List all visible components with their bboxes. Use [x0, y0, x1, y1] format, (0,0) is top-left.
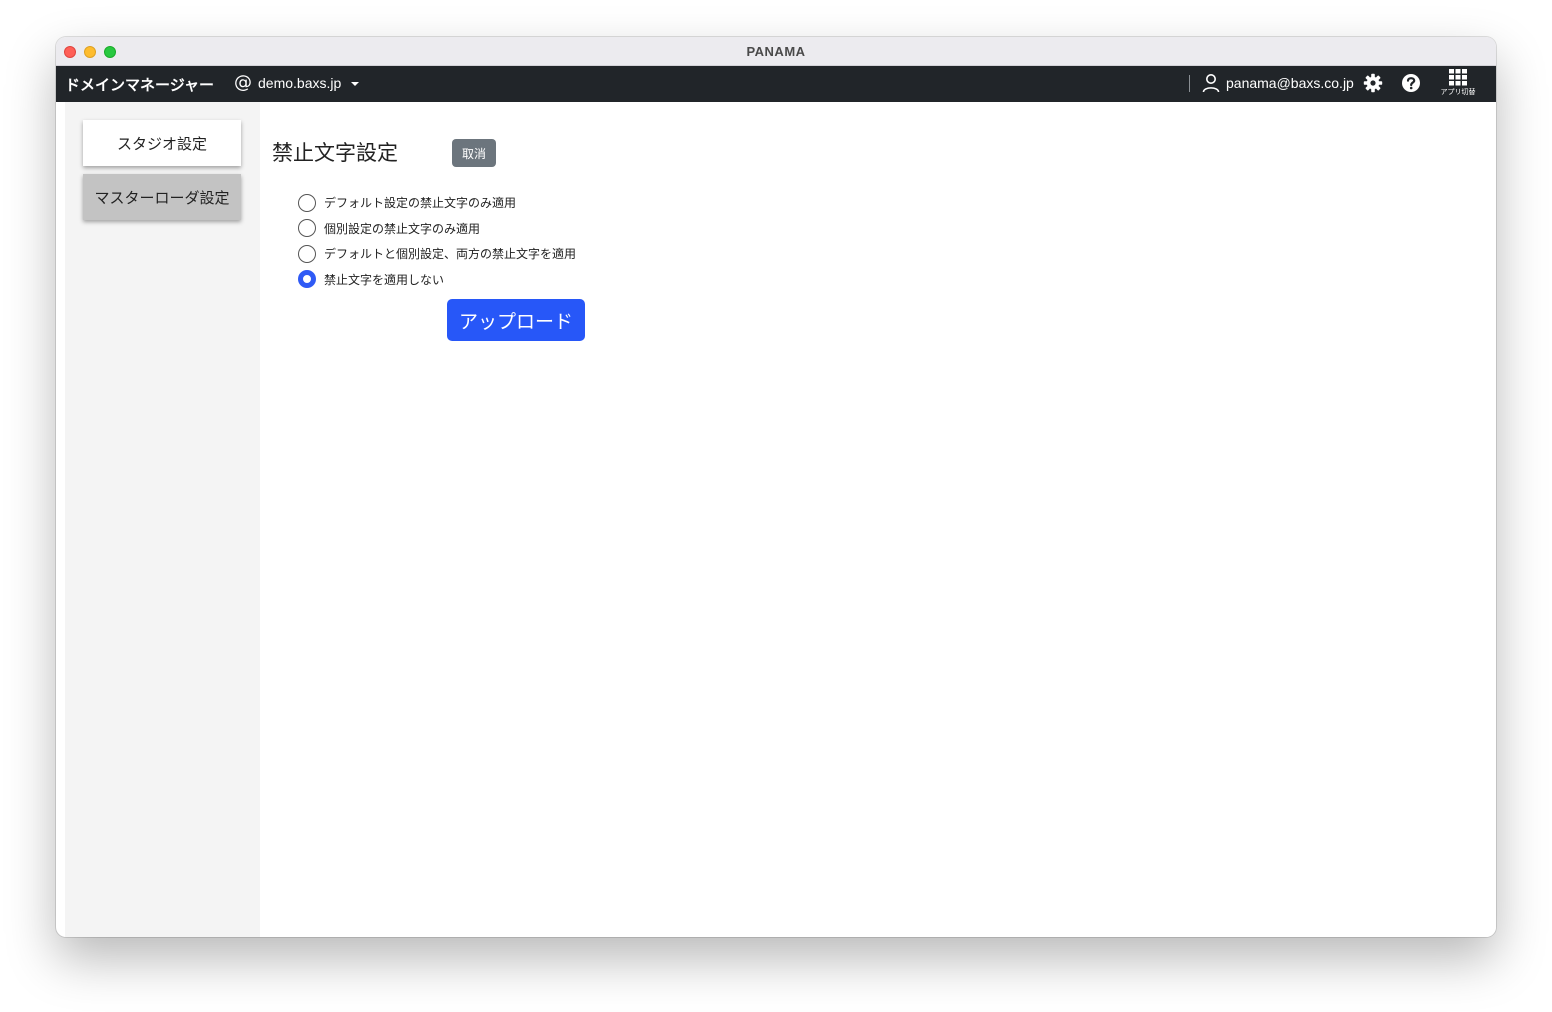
radio-option-individual-only[interactable]: 個別設定の禁止文字のみ適用: [298, 216, 576, 242]
user-icon: [1202, 74, 1220, 93]
app-switcher-label: アプリ切替: [1440, 88, 1476, 96]
sidebar: スタジオ設定 マスターローダ設定: [65, 102, 260, 937]
radio-option-both[interactable]: デフォルトと個別設定、両方の禁止文字を適用: [298, 241, 576, 267]
at-icon: @: [234, 72, 252, 93]
sidebar-item-label: スタジオ設定: [116, 134, 207, 153]
help-icon: [1402, 74, 1420, 92]
nav-divider: [1189, 75, 1190, 92]
radio-label: 禁止文字を適用しない: [324, 272, 445, 287]
radio-button[interactable]: [298, 244, 316, 263]
settings-button[interactable]: [1363, 73, 1383, 93]
radio-option-default-only[interactable]: デフォルト設定の禁止文字のみ適用: [298, 190, 576, 216]
app-window: PANAMA ドメインマネージャー @ demo.baxs.jp panama@…: [56, 37, 1496, 937]
upload-button[interactable]: アップロード: [447, 299, 585, 341]
window-title: PANAMA: [746, 44, 806, 59]
sidebar-item-studio-settings[interactable]: スタジオ設定: [83, 120, 241, 166]
top-navbar: ドメインマネージャー @ demo.baxs.jp panama@baxs.co…: [56, 66, 1496, 102]
sidebar-item-label: マスターローダ設定: [94, 188, 230, 207]
caret-down-icon: [351, 82, 360, 86]
page-title: 禁止文字設定: [272, 141, 398, 165]
radio-option-none[interactable]: 禁止文字を適用しない: [298, 267, 576, 293]
help-button[interactable]: [1401, 73, 1421, 93]
forbidden-chars-radio-group: デフォルト設定の禁止文字のみ適用 個別設定の禁止文字のみ適用 デフォルトと個別設…: [298, 190, 576, 292]
app-brand[interactable]: ドメインマネージャー: [65, 74, 214, 95]
domain-label: demo.baxs.jp: [258, 75, 342, 91]
app-switcher-button[interactable]: アプリ切替: [1434, 69, 1482, 99]
gear-icon: [1363, 73, 1383, 93]
title-bar: PANAMA: [56, 37, 1496, 66]
radio-label: デフォルト設定の禁止文字のみ適用: [324, 196, 517, 211]
cancel-button[interactable]: 取消: [452, 139, 496, 167]
radio-button-selected[interactable]: [298, 270, 316, 289]
radio-label: デフォルトと個別設定、両方の禁止文字を適用: [324, 247, 577, 262]
radio-button[interactable]: [298, 219, 316, 238]
user-email: panama@baxs.co.jp: [1226, 75, 1354, 91]
grid-icon: [1449, 69, 1467, 86]
sidebar-item-master-loader-settings[interactable]: マスターローダ設定: [83, 174, 241, 220]
domain-selector[interactable]: @ demo.baxs.jp: [234, 72, 360, 93]
radio-button[interactable]: [298, 193, 316, 212]
user-menu[interactable]: panama@baxs.co.jp: [1202, 73, 1354, 93]
radio-label: 個別設定の禁止文字のみ適用: [324, 221, 481, 236]
main-content: 禁止文字設定 取消 デフォルト設定の禁止文字のみ適用 個別設定の禁止文字のみ適用…: [260, 102, 1496, 937]
